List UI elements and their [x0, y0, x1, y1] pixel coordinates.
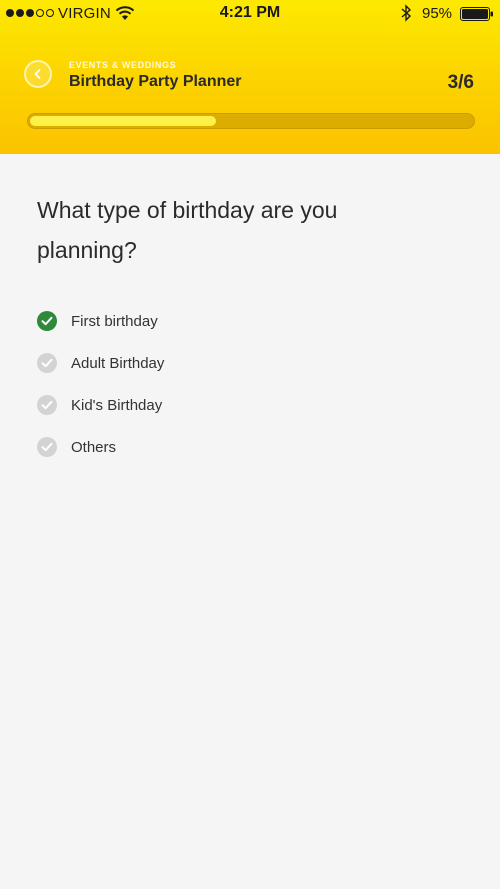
check-icon	[37, 437, 57, 457]
option-adult-birthday[interactable]: Adult Birthday	[37, 342, 437, 384]
question-text: What type of birthday are you planning?	[37, 197, 338, 263]
option-label: Kid's Birthday	[71, 396, 163, 414]
progress-bar	[27, 113, 475, 129]
chevron-left-icon	[34, 69, 41, 79]
header: VIRGIN 4:21 PM 95% EVENTS & WEDDINGS Bir…	[0, 0, 500, 154]
check-icon	[37, 311, 57, 331]
status-bar: VIRGIN 4:21 PM 95%	[0, 0, 500, 28]
option-first-birthday[interactable]: First birthday	[37, 300, 437, 342]
option-kids-birthday[interactable]: Kid's Birthday	[37, 384, 437, 426]
option-others[interactable]: Others	[37, 426, 437, 468]
option-label: Others	[71, 438, 117, 456]
page-title: Birthday Party Planner	[69, 73, 242, 90]
check-icon	[37, 353, 57, 373]
progress-bar-fill	[30, 116, 216, 126]
option-label: Adult Birthday	[71, 354, 165, 372]
back-button[interactable]	[24, 60, 52, 88]
bluetooth-icon	[401, 4, 412, 22]
category-label: EVENTS & WEDDINGS	[69, 60, 177, 70]
battery-percentage: 95%	[422, 5, 453, 22]
option-list: First birthday Adult Birthday Kid's Birt…	[37, 300, 437, 468]
step-counter: 3/6	[447, 72, 474, 93]
option-label: First birthday	[71, 312, 158, 330]
battery-icon	[460, 7, 493, 21]
check-icon	[37, 395, 57, 415]
